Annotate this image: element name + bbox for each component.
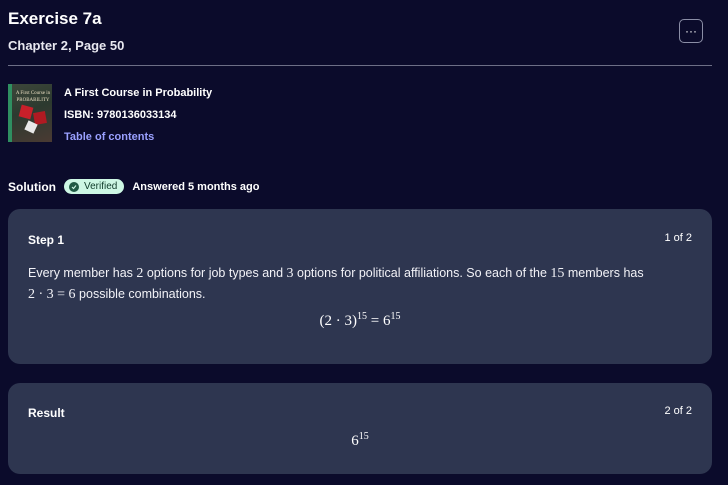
verified-badge: Verified [64,179,125,194]
step-explanation: Every member has 2 options for job types… [28,263,692,305]
exercise-header: Exercise 7a Chapter 2, Page 50 [8,8,124,53]
formula-equals: = 6 [367,313,391,329]
result-count: 2 of 2 [664,405,692,417]
step-text-part: members has [564,266,644,280]
step-text-part: possible combinations. [75,287,206,301]
math-value: 15 [550,266,565,281]
step-count: 1 of 2 [664,232,692,244]
step-text-part: options for political affiliations. So e… [293,266,551,280]
die-graphic [18,104,34,120]
more-options-button[interactable]: ··· [679,19,703,43]
result-heading: Result [28,406,65,420]
book-details: A First Course in Probability ISBN: 9780… [64,86,212,144]
formula-base: (2 · 3) [319,313,358,329]
solution-label: Solution [8,179,56,194]
formula-exponent: 15 [357,311,368,322]
book-title[interactable]: A First Course in Probability [64,86,212,100]
book-cover-title: A First Course in PROBABILITY [15,91,51,103]
page-title: Exercise 7a [8,9,102,28]
result-formula: 615 [8,431,712,450]
step-text-part: options for job types and [143,266,287,280]
result-card: Result 2 of 2 615 [8,383,712,474]
step-heading: Step 1 [28,233,65,247]
step-text-part: Every member has [28,266,137,280]
math-value: 3 [286,266,294,281]
result-exponent: 15 [358,431,369,442]
solution-row: Solution Verified Answered 5 months ago [8,179,260,194]
book-isbn: ISBN: 9780136033134 [64,109,177,121]
math-value: 2 · 3 = 6 [28,287,76,302]
header-divider [8,65,712,66]
page-subtitle: Chapter 2, Page 50 [8,38,125,53]
step-formula: (2 · 3)15 = 615 [8,311,712,330]
check-icon [69,181,79,192]
formula-exponent: 15 [390,311,401,322]
verified-label: Verified [84,181,118,192]
book-cover-image[interactable]: A First Course in PROBABILITY [8,84,52,142]
step-card: Step 1 1 of 2 Every member has 2 options… [8,209,712,364]
result-base: 6 [351,433,359,449]
more-icon: ··· [685,24,697,38]
answered-time: Answered 5 months ago [132,180,260,193]
table-of-contents-link[interactable]: Table of contents [64,130,212,144]
